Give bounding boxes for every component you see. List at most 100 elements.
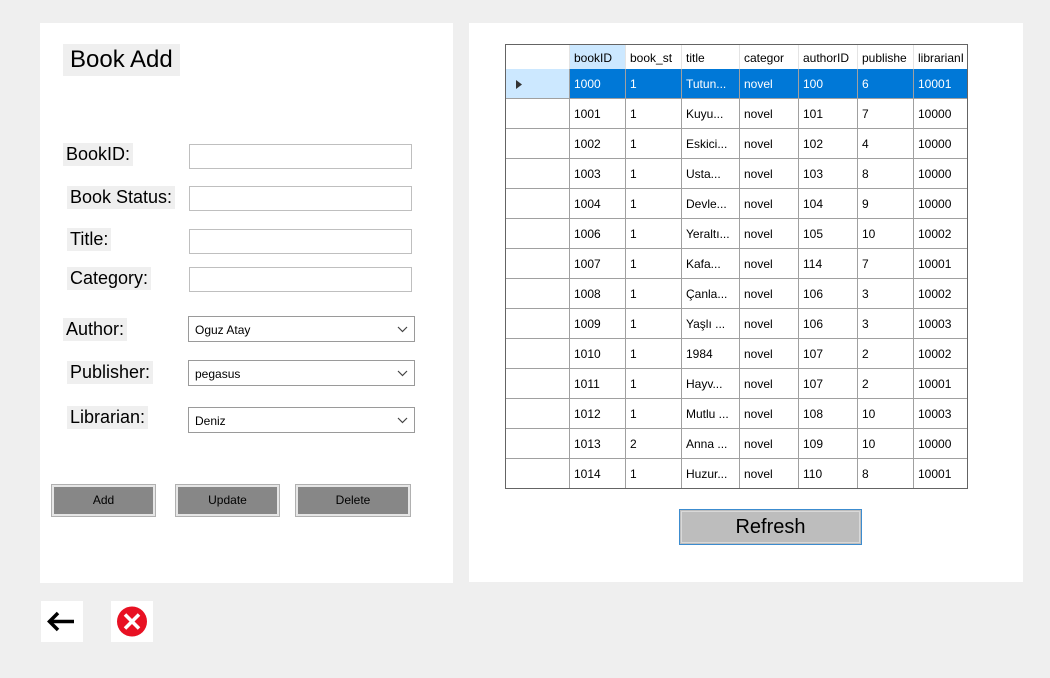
cell-librarian[interactable]: 10000 <box>914 429 967 459</box>
cell-bookid[interactable]: 1007 <box>570 249 626 279</box>
cell-title[interactable]: Çanla... <box>682 279 740 309</box>
row-header[interactable] <box>506 99 570 129</box>
cell-author-id[interactable]: 106 <box>799 309 858 339</box>
row-header[interactable] <box>506 279 570 309</box>
column-header-librarian[interactable]: librarianI <box>914 45 967 69</box>
table-row[interactable]: 1012 1 Mutlu ... novel 108 10 10003 <box>506 399 967 429</box>
cell-publisher[interactable]: 10 <box>858 429 914 459</box>
table-row[interactable]: 1013 2 Anna ... novel 109 10 10000 <box>506 429 967 459</box>
cell-publisher[interactable]: 10 <box>858 399 914 429</box>
cell-librarian[interactable]: 10001 <box>914 249 967 279</box>
cell-category[interactable]: novel <box>740 129 799 159</box>
cell-author-id[interactable]: 106 <box>799 279 858 309</box>
cell-bookid[interactable]: 1011 <box>570 369 626 399</box>
table-row[interactable]: 1009 1 Yaşlı ... novel 106 3 10003 <box>506 309 967 339</box>
cell-category[interactable]: novel <box>740 99 799 129</box>
cell-publisher[interactable]: 2 <box>858 369 914 399</box>
table-row[interactable]: 1000 1 Tutun... novel 100 6 10001 <box>506 69 967 99</box>
cell-title[interactable]: Usta... <box>682 159 740 189</box>
cell-title[interactable]: Kuyu... <box>682 99 740 129</box>
publisher-select[interactable]: pegasus <box>188 360 415 386</box>
table-row[interactable]: 1014 1 Huzur... novel 110 8 10001 <box>506 459 967 488</box>
cell-publisher[interactable]: 3 <box>858 309 914 339</box>
column-header-category[interactable]: categor <box>740 45 799 69</box>
cell-category[interactable]: novel <box>740 219 799 249</box>
back-button[interactable] <box>41 601 83 642</box>
cell-author-id[interactable]: 107 <box>799 369 858 399</box>
cell-author-id[interactable]: 105 <box>799 219 858 249</box>
author-select[interactable]: Oguz Atay <box>188 316 415 342</box>
table-row[interactable]: 1007 1 Kafa... novel 114 7 10001 <box>506 249 967 279</box>
row-header[interactable] <box>506 459 570 488</box>
cell-book-status[interactable]: 1 <box>626 279 682 309</box>
cell-title[interactable]: 1984 <box>682 339 740 369</box>
cell-title[interactable]: Mutlu ... <box>682 399 740 429</box>
cell-author-id[interactable]: 104 <box>799 189 858 219</box>
cell-publisher[interactable]: 2 <box>858 339 914 369</box>
cell-book-status[interactable]: 1 <box>626 339 682 369</box>
row-header[interactable] <box>506 129 570 159</box>
cell-librarian[interactable]: 10002 <box>914 219 967 249</box>
cell-title[interactable]: Yaşlı ... <box>682 309 740 339</box>
row-header[interactable] <box>506 249 570 279</box>
cell-bookid[interactable]: 1010 <box>570 339 626 369</box>
title-input[interactable] <box>189 229 412 254</box>
cell-book-status[interactable]: 1 <box>626 99 682 129</box>
update-button[interactable]: Update <box>175 484 280 517</box>
close-button[interactable] <box>111 601 153 642</box>
books-grid[interactable]: bookID book_st title categor authorID pu… <box>505 44 968 489</box>
cell-category[interactable]: novel <box>740 249 799 279</box>
cell-publisher[interactable]: 9 <box>858 189 914 219</box>
cell-category[interactable]: novel <box>740 189 799 219</box>
cell-book-status[interactable]: 1 <box>626 459 682 488</box>
cell-book-status[interactable]: 1 <box>626 159 682 189</box>
cell-book-status[interactable]: 1 <box>626 69 682 99</box>
cell-book-status[interactable]: 1 <box>626 399 682 429</box>
cell-bookid[interactable]: 1008 <box>570 279 626 309</box>
cell-category[interactable]: novel <box>740 339 799 369</box>
row-header[interactable] <box>506 219 570 249</box>
row-header[interactable] <box>506 309 570 339</box>
category-input[interactable] <box>189 267 412 292</box>
cell-title[interactable]: Devle... <box>682 189 740 219</box>
cell-author-id[interactable]: 107 <box>799 339 858 369</box>
cell-book-status[interactable]: 1 <box>626 249 682 279</box>
cell-author-id[interactable]: 101 <box>799 99 858 129</box>
cell-book-status[interactable]: 1 <box>626 129 682 159</box>
cell-author-id[interactable]: 100 <box>799 69 858 99</box>
cell-book-status[interactable]: 2 <box>626 429 682 459</box>
column-header-publisher[interactable]: publishe <box>858 45 914 69</box>
cell-book-status[interactable]: 1 <box>626 189 682 219</box>
book-id-input[interactable] <box>189 144 412 169</box>
cell-publisher[interactable]: 7 <box>858 99 914 129</box>
cell-librarian[interactable]: 10001 <box>914 459 967 488</box>
table-row[interactable]: 1006 1 Yeraltı... novel 105 10 10002 <box>506 219 967 249</box>
cell-category[interactable]: novel <box>740 309 799 339</box>
row-header[interactable] <box>506 69 570 99</box>
row-header[interactable] <box>506 189 570 219</box>
table-row[interactable]: 1011 1 Hayv... novel 107 2 10001 <box>506 369 967 399</box>
column-header-book-status[interactable]: book_st <box>626 45 682 69</box>
cell-librarian[interactable]: 10001 <box>914 69 967 99</box>
row-header[interactable] <box>506 429 570 459</box>
cell-category[interactable]: novel <box>740 159 799 189</box>
cell-category[interactable]: novel <box>740 429 799 459</box>
cell-author-id[interactable]: 114 <box>799 249 858 279</box>
cell-bookid[interactable]: 1006 <box>570 219 626 249</box>
cell-title[interactable]: Tutun... <box>682 69 740 99</box>
cell-librarian[interactable]: 10003 <box>914 309 967 339</box>
cell-librarian[interactable]: 10000 <box>914 189 967 219</box>
librarian-select[interactable]: Deniz <box>188 407 415 433</box>
cell-title[interactable]: Hayv... <box>682 369 740 399</box>
table-row[interactable]: 1004 1 Devle... novel 104 9 10000 <box>506 189 967 219</box>
cell-librarian[interactable]: 10002 <box>914 339 967 369</box>
cell-category[interactable]: novel <box>740 279 799 309</box>
table-row[interactable]: 1003 1 Usta... novel 103 8 10000 <box>506 159 967 189</box>
cell-publisher[interactable]: 4 <box>858 129 914 159</box>
row-header[interactable] <box>506 339 570 369</box>
cell-book-status[interactable]: 1 <box>626 219 682 249</box>
cell-publisher[interactable]: 8 <box>858 159 914 189</box>
cell-publisher[interactable]: 10 <box>858 219 914 249</box>
cell-librarian[interactable]: 10000 <box>914 99 967 129</box>
cell-book-status[interactable]: 1 <box>626 309 682 339</box>
